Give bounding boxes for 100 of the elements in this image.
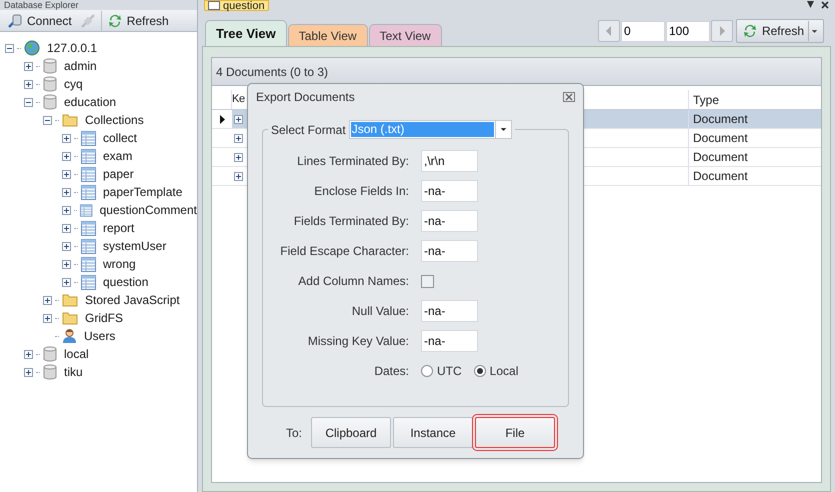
tree-item[interactable]: exam [103,147,132,165]
tree-item[interactable]: cyq [64,75,83,93]
database-icon [43,58,57,74]
database-icon [43,76,57,92]
expand-icon[interactable] [24,350,33,358]
database-icon [43,346,57,362]
view-tab[interactable]: Text View [368,24,442,46]
expand-icon[interactable] [62,242,71,250]
expand-icon[interactable] [234,172,243,180]
tree-item[interactable]: local [64,345,89,363]
tree-item[interactable]: GridFS [85,309,124,327]
tree-item[interactable]: question [103,273,148,291]
folder-icon [62,311,78,325]
text-field[interactable]: -na- [421,210,478,232]
expand-icon[interactable] [24,368,33,376]
collapse-icon[interactable] [5,44,14,52]
tree-item[interactable]: education [64,93,116,111]
column-header: Ke [232,92,245,108]
expand-icon[interactable] [43,314,52,322]
count-field[interactable]: 100 [666,20,710,42]
connect-button[interactable]: Connect [4,10,75,30]
panel-title: Database Explorer [3,0,80,10]
refresh-button[interactable]: Refresh [736,19,824,43]
user-icon [62,328,77,344]
close-icon[interactable] [563,92,575,102]
field-label: Missing Key Value: [306,333,409,350]
tree-item[interactable]: Stored JavaScript [85,291,180,309]
row-pointer-icon [220,114,224,124]
field-label: Dates: [373,363,409,380]
folder-icon [62,293,78,307]
expand-icon[interactable] [62,278,71,286]
radio-button[interactable] [421,365,433,377]
tree-item[interactable]: admin [64,57,97,75]
database-icon [43,94,57,110]
tree-item[interactable]: wrong [103,255,136,273]
tree-item[interactable]: questionComment [100,201,197,219]
table-icon [80,202,93,218]
table-icon [81,274,96,290]
table-icon [81,256,96,272]
table-icon [81,130,96,146]
group-label: Select Format [271,122,346,138]
expand-icon[interactable] [62,260,71,268]
refresh-icon [106,12,123,28]
folder-icon [62,113,78,127]
tree-item[interactable]: collect [103,129,138,147]
field-label: Enclose Fields In: [313,183,409,200]
tree-item[interactable]: report [103,219,134,237]
tree-item[interactable]: tiku [64,363,83,381]
view-tab[interactable]: Table View [288,24,368,46]
tree-item[interactable]: systemUser [103,237,166,255]
view-tab[interactable]: Tree View [205,20,287,46]
expand-icon[interactable] [62,170,71,178]
field-label: Field Escape Character: [279,243,409,260]
globe-icon [24,40,40,56]
dialog-title: Export Documents [256,89,355,106]
text-field[interactable]: ,\r\n [421,150,478,172]
expand-icon[interactable] [234,114,243,124]
export-button[interactable]: Clipboard [311,417,392,448]
expand-icon[interactable] [62,134,71,142]
export-button[interactable]: Instance [393,417,474,448]
checkbox[interactable] [421,274,434,288]
field-label: Fields Terminated By: [292,213,409,230]
refresh-icon [742,23,758,39]
column-header: Type [692,92,720,108]
to-label: To: [286,424,302,442]
tree-item[interactable]: paper [103,165,134,183]
refresh-button[interactable]: Refresh [100,10,172,30]
expand-icon[interactable] [43,296,52,304]
expand-icon[interactable] [62,152,71,160]
expand-icon[interactable] [24,80,33,88]
text-field[interactable]: -na- [421,330,478,352]
table-icon [81,220,96,236]
radio-label: UTC [437,363,462,380]
expand-icon[interactable] [62,224,71,232]
expand-icon[interactable] [234,152,243,162]
expand-icon[interactable] [62,206,71,214]
database-icon [43,364,57,380]
collapse-icon[interactable] [24,98,33,106]
table-cell-text: Document [692,168,749,185]
tree-item[interactable]: paperTemplate [103,183,182,201]
collapse-icon[interactable] [43,116,52,124]
document-tab[interactable]: question [204,0,269,11]
text-field[interactable]: -na- [421,180,478,202]
tree-item[interactable]: Collections [85,111,144,129]
right-arrow-icon [718,26,725,36]
table-cell-text: Document [692,111,749,128]
pin-icon[interactable] [806,1,815,9]
close-icon[interactable] [821,1,829,9]
expand-icon[interactable] [62,188,71,196]
tree-item[interactable]: Users [84,327,116,345]
text-field[interactable]: -na- [421,300,478,322]
dropdown-icon [808,21,820,41]
export-button[interactable]: File [475,417,556,448]
start-field[interactable]: 0 [620,20,665,42]
expand-icon[interactable] [24,62,33,70]
expand-icon[interactable] [234,134,243,142]
text-field[interactable]: -na- [421,240,478,262]
radio-button[interactable] [474,365,486,377]
table-icon [81,238,96,254]
tree-item[interactable]: 127.0.0.1 [47,39,98,57]
